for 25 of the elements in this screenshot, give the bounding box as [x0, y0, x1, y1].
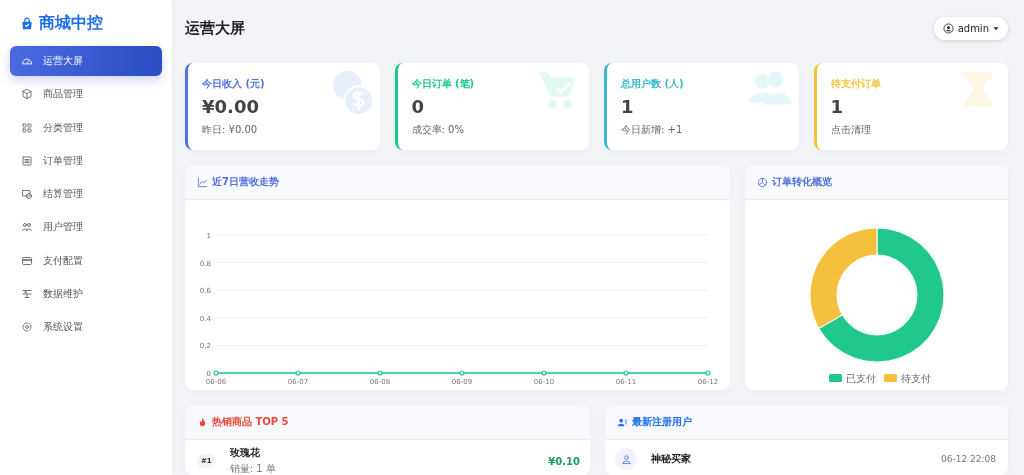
stat-label: 总用户数 (人)	[621, 77, 685, 91]
legend-label: 待支付	[901, 373, 931, 384]
user-name: 神秘买家	[651, 452, 692, 466]
stat-value: 0	[411, 96, 426, 117]
stat-value: 1	[830, 96, 845, 117]
legend-label: 已支付	[846, 373, 876, 384]
panel-title: 热销商品 TOP 5	[212, 415, 289, 429]
product-sales: 销量: 1 单	[229, 462, 277, 475]
stat-label: 今日收入 (元)	[202, 77, 266, 91]
stat-value: 1	[621, 96, 635, 117]
stat-subtext: 点击清理	[830, 123, 872, 137]
stat-subtext: 昨日: ¥0.00	[202, 123, 259, 137]
stat-label: 待支付订单	[830, 77, 882, 91]
stat-label: 今日订单 (笔)	[411, 77, 476, 91]
register-time: 06-12 22:08	[941, 454, 996, 464]
page-title: 运营大屏	[185, 18, 245, 38]
stat-subtext: 今日新增: +1	[621, 123, 684, 137]
stat-value: ¥0.00	[202, 96, 260, 117]
panel-title: 订单转化概览	[772, 175, 832, 189]
stat-subtext: 成交率: 0%	[411, 123, 465, 137]
panel-title: 最新注册用户	[632, 415, 692, 429]
product-name: 玫瑰花	[229, 446, 261, 460]
panel-title: 近7日营收走势	[212, 175, 279, 189]
product-price: ¥0.10	[548, 455, 580, 467]
app-logo-text: 商城中控	[39, 13, 103, 34]
